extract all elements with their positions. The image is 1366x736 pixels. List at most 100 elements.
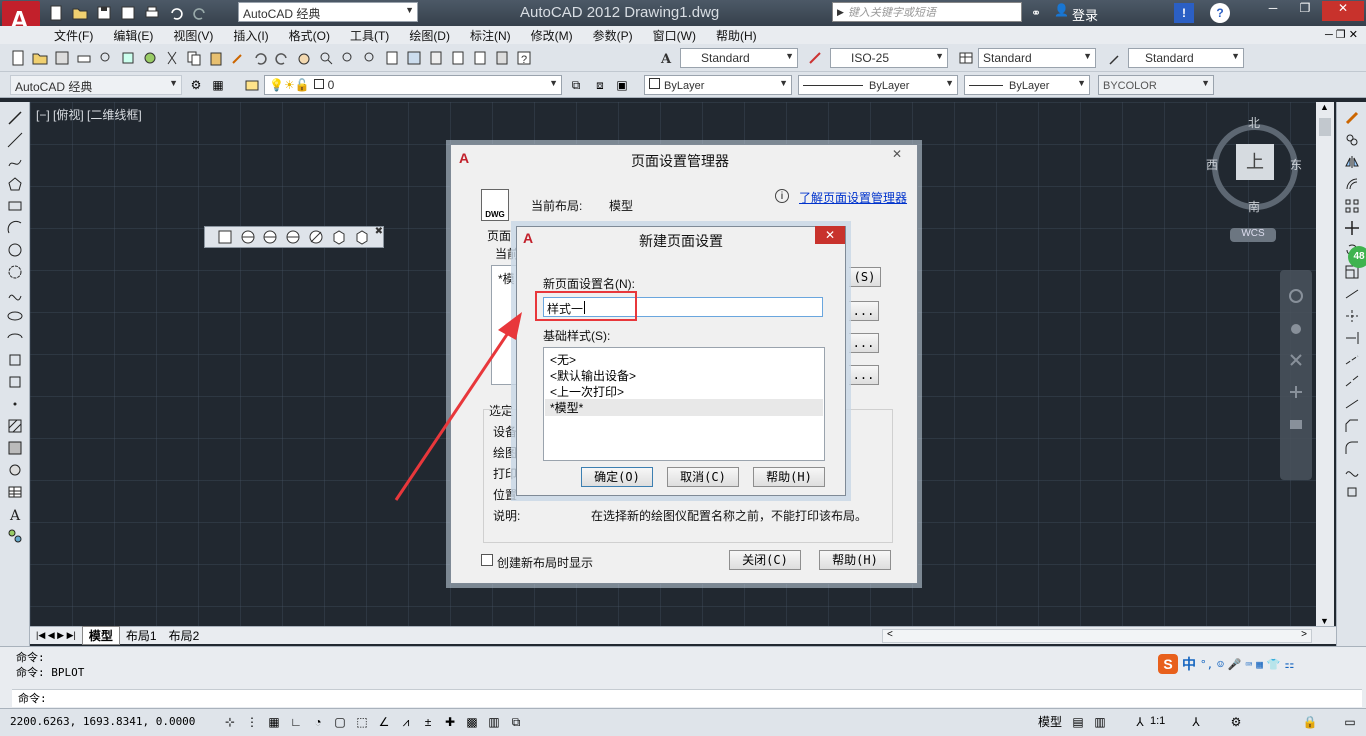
spline-icon[interactable] [5, 284, 25, 304]
dim-style-select[interactable]: ISO-25 ▼ [830, 48, 948, 68]
base-style-item[interactable]: <默认输出设备> [550, 367, 820, 384]
insert-block-icon[interactable] [5, 350, 25, 370]
snap-mode-icon[interactable]: ⋮ [242, 712, 262, 732]
minimize-button[interactable]: ─ [1258, 1, 1288, 21]
new-icon[interactable] [8, 48, 28, 68]
3ddwf-icon[interactable] [140, 48, 160, 68]
mic-icon[interactable]: 🎤 [1228, 658, 1242, 671]
redo-icon[interactable] [272, 48, 292, 68]
layer-manager-icon[interactable] [242, 75, 262, 95]
transparency-icon[interactable]: ▩ [462, 712, 482, 732]
make-current-icon[interactable]: ⧉ [566, 75, 586, 95]
globe-icon[interactable] [238, 227, 258, 247]
plotstyle-select[interactable]: BYCOLOR ▼ [1098, 75, 1214, 95]
arc-icon[interactable] [5, 218, 25, 238]
menu-insert[interactable]: 插入(I) [233, 27, 268, 44]
zoom-previous-icon[interactable] [360, 48, 380, 68]
fillet-icon[interactable] [1342, 438, 1362, 458]
view-manager-icon[interactable] [215, 227, 235, 247]
learn-page-setup-link[interactable]: 了解页面设置管理器 [799, 189, 907, 206]
punct-icon[interactable]: °, [1200, 658, 1213, 671]
tab-nav-arrows[interactable]: |◀ ◀ ▶ ▶| [36, 630, 76, 641]
undo-icon[interactable] [250, 48, 270, 68]
help-button[interactable]: 帮助(H) [753, 467, 825, 487]
table-style-select[interactable]: Standard ▼ [978, 48, 1096, 68]
settings-grid-icon[interactable]: ⚏ [1285, 658, 1295, 671]
blend-icon[interactable] [1342, 460, 1362, 480]
break-icon[interactable] [1342, 372, 1362, 392]
new-dialog-close-button[interactable]: ✕ [815, 226, 845, 244]
properties-icon[interactable] [382, 48, 402, 68]
viewport-controls-label[interactable]: [−] [俯视] [二维线框] [36, 106, 142, 123]
preview-icon[interactable] [96, 48, 116, 68]
new-button-stub[interactable]: ... [849, 301, 879, 321]
erase-icon[interactable] [1342, 108, 1362, 128]
quick-view-layouts-icon[interactable]: ▤ [1068, 712, 1088, 732]
zoom-extents-icon[interactable] [1286, 350, 1306, 370]
save-icon[interactable] [94, 3, 114, 23]
menu-format[interactable]: 格式(O) [289, 27, 330, 44]
menu-parametric[interactable]: 参数(P) [593, 27, 633, 44]
stretch-icon[interactable] [1342, 284, 1362, 304]
designcenter-icon[interactable] [404, 48, 424, 68]
help-icon[interactable]: ? [514, 48, 534, 68]
add-selected-icon[interactable] [5, 526, 25, 546]
color-select[interactable]: ByLayer ▼ [644, 75, 792, 95]
vertical-scrollbar[interactable]: ▲ ▼ [1316, 102, 1334, 626]
workspace-settings-icon[interactable]: ⚙ [186, 75, 206, 95]
user-icon[interactable]: 👤 [1054, 3, 1069, 17]
annotation-scale-value[interactable]: 1:1 [1150, 715, 1165, 727]
steering-wheel-icon[interactable] [1286, 286, 1306, 306]
mirror-icon[interactable] [1342, 152, 1362, 172]
table-icon[interactable] [5, 482, 25, 502]
revcloud-icon[interactable] [5, 262, 25, 282]
close-button[interactable]: ✕ [1322, 1, 1364, 21]
base-style-item[interactable]: <无> [550, 351, 820, 368]
lock-ui-icon[interactable]: 🔒 [1300, 712, 1320, 732]
menu-view[interactable]: 视图(V) [173, 27, 213, 44]
gradient-icon[interactable] [5, 438, 25, 458]
workspace-select-2[interactable]: AutoCAD 经典 ▼ [10, 75, 182, 95]
quick-view-drawings-icon[interactable]: ▥ [1090, 712, 1110, 732]
dialog-close-button[interactable]: ✕ [883, 147, 911, 165]
make-block-icon[interactable] [5, 372, 25, 392]
copy-icon[interactable] [184, 48, 204, 68]
menu-edit[interactable]: 编辑(E) [113, 27, 153, 44]
polar-tracking-icon[interactable]: ◔ [308, 712, 328, 732]
mleader-style-select[interactable]: Standard ▼ [1128, 48, 1244, 68]
orbit-icon[interactable] [1286, 382, 1306, 402]
menu-file[interactable]: 文件(F) [54, 27, 93, 44]
menu-modify[interactable]: 修改(M) [531, 27, 573, 44]
box-icon[interactable] [329, 227, 349, 247]
exchange-icon[interactable]: ! [1174, 3, 1194, 23]
menu-tools[interactable]: 工具(T) [350, 27, 389, 44]
tab-layout2[interactable]: 布局2 [163, 627, 206, 644]
ellipse-arc-icon[interactable] [5, 328, 25, 348]
explode-icon[interactable] [1342, 482, 1362, 502]
ok-button[interactable]: 确定(O) [581, 467, 653, 487]
circle-icon[interactable] [5, 240, 25, 260]
extend-icon[interactable] [1342, 328, 1362, 348]
save-icon[interactable] [52, 48, 72, 68]
clip-icon[interactable] [306, 227, 326, 247]
break-at-point-icon[interactable] [1342, 350, 1362, 370]
ime-mode[interactable]: 中 [1182, 654, 1196, 674]
import-button-stub[interactable]: ... [849, 365, 879, 385]
3d-osnap-icon[interactable]: ⬚ [352, 712, 372, 732]
show-on-create-label[interactable]: 创建新布局时显示 [497, 554, 593, 571]
offset-icon[interactable] [1342, 174, 1362, 194]
menu-window[interactable]: 窗口(W) [653, 27, 696, 44]
scroll-up-icon[interactable]: ▲ [1320, 102, 1329, 112]
trim-icon[interactable] [1342, 306, 1362, 326]
layer-previous-icon[interactable]: ⧈ [590, 75, 610, 95]
point-icon[interactable] [5, 394, 25, 414]
dynamic-ucs-icon[interactable]: ⩘ [396, 712, 416, 732]
help-dialog-button[interactable]: 帮助(H) [819, 550, 891, 570]
construction-line-icon[interactable] [5, 130, 25, 150]
text-style-select[interactable]: Standard ▼ [680, 48, 798, 68]
viewcube[interactable]: 上 北 南 东 西 WCS [1200, 112, 1310, 242]
new-icon[interactable] [46, 3, 66, 23]
tab-model[interactable]: 模型 [81, 626, 120, 645]
keyboard-icon[interactable]: ⌨ [1246, 658, 1253, 671]
scroll-thumb[interactable] [1319, 118, 1331, 136]
